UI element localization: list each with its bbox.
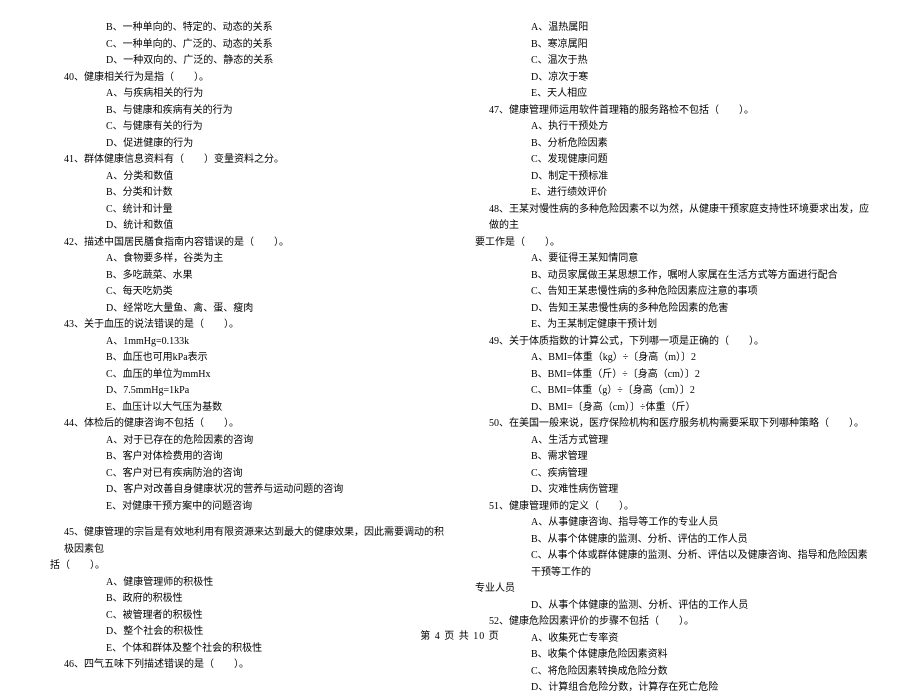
- option-line: A、与疾病相关的行为: [50, 86, 445, 103]
- option-line: C、从事个体或群体健康的监测、分析、评估以及健康咨询、指导和危险因素干预等工作的: [475, 548, 870, 581]
- question-stem-continuation: 括（ ）。: [50, 558, 445, 575]
- option-line: C、被管理者的积极性: [50, 608, 445, 625]
- option-line: C、客户对已有疾病防治的咨询: [50, 466, 445, 483]
- option-line: A、从事健康咨询、指导等工作的专业人员: [475, 515, 870, 532]
- two-column-layout: B、一种单向的、特定的、动态的关系 C、一种单向的、广泛的、动态的关系 D、一种…: [50, 20, 870, 610]
- option-line: C、统计和计量: [50, 202, 445, 219]
- question-stem: 43、关于血压的说法错误的是（ ）。: [50, 317, 445, 334]
- option-line: B、客户对体检费用的咨询: [50, 449, 445, 466]
- option-line: B、收集个体健康危险因素资料: [475, 647, 870, 664]
- option-line: B、BMI=体重（斤）÷〔身高（cm）〕2: [475, 367, 870, 384]
- option-line: C、与健康有关的行为: [50, 119, 445, 136]
- option-line: D、告知王某患慢性病的多种危险因素的危害: [475, 301, 870, 318]
- option-line: B、分类和计数: [50, 185, 445, 202]
- option-line: D、一种双向的、广泛的、静态的关系: [50, 53, 445, 70]
- option-line: A、食物要多样，谷类为主: [50, 251, 445, 268]
- question-stem: 42、描述中国居民膳食指南内容错误的是（ ）。: [50, 235, 445, 252]
- option-line: A、分类和数值: [50, 169, 445, 186]
- option-line: C、一种单向的、广泛的、动态的关系: [50, 37, 445, 54]
- option-line: C、将危险因素转换成危险分数: [475, 664, 870, 681]
- option-line: B、分析危险因素: [475, 136, 870, 153]
- option-line: D、制定干预标准: [475, 169, 870, 186]
- option-line: B、寒凉属阳: [475, 37, 870, 54]
- option-line: B、一种单向的、特定的、动态的关系: [50, 20, 445, 37]
- option-line: A、生活方式管理: [475, 433, 870, 450]
- option-line: C、疾病管理: [475, 466, 870, 483]
- option-continuation: 专业人员: [475, 581, 870, 598]
- question-stem-continuation: 要工作是（ ）。: [475, 235, 870, 252]
- right-column: A、温热属阳 B、寒凉属阳 C、温次于热 D、凉次于寒 E、天人相应 47、健康…: [475, 20, 870, 610]
- question-stem: 46、四气五味下列描述错误的是（ ）。: [50, 657, 445, 674]
- option-line: B、从事个体健康的监测、分析、评估的工作人员: [475, 532, 870, 549]
- option-line: D、促进健康的行为: [50, 136, 445, 153]
- option-line: B、动员家属做王某思想工作，嘱咐人家属在生活方式等方面进行配合: [475, 268, 870, 285]
- question-stem: 49、关于体质指数的计算公式，下列哪一项是正确的（ ）。: [475, 334, 870, 351]
- option-line: C、每天吃奶类: [50, 284, 445, 301]
- question-stem: 41、群体健康信息资料有（ ）变量资料之分。: [50, 152, 445, 169]
- question-stem: 47、健康管理师运用软件首理箱的服务路检不包括（ ）。: [475, 103, 870, 120]
- option-line: C、BMI=体重（g）÷〔身高（cm）〕2: [475, 383, 870, 400]
- option-line: B、多吃蔬菜、水果: [50, 268, 445, 285]
- option-line: D、从事个体健康的监测、分析、评估的工作人员: [475, 598, 870, 615]
- option-line: E、进行绩效评价: [475, 185, 870, 202]
- option-line: B、血压也可用kPa表示: [50, 350, 445, 367]
- page-footer: 第 4 页 共 10 页: [0, 627, 920, 642]
- option-line: D、7.5mmHg=1kPa: [50, 383, 445, 400]
- option-line: A、BMI=体重（kg）÷〔身高（m）〕2: [475, 350, 870, 367]
- option-line: D、BMI=〔身高（cm）〕÷体重（斤）: [475, 400, 870, 417]
- option-line: E、对健康干预方案中的问题咨询: [50, 499, 445, 516]
- question-stem: 40、健康相关行为是指（ ）。: [50, 70, 445, 87]
- option-line: C、温次于热: [475, 53, 870, 70]
- option-line: A、温热属阳: [475, 20, 870, 37]
- option-line: D、统计和数值: [50, 218, 445, 235]
- option-line: B、与健康和疾病有关的行为: [50, 103, 445, 120]
- question-stem: 50、在美国一般来说，医疗保险机构和医疗服务机构需要采取下列哪种策略（ ）。: [475, 416, 870, 433]
- option-line: D、客户对改善自身健康状况的营养与运动问题的咨询: [50, 482, 445, 499]
- option-line: A、对于已存在的危险因素的咨询: [50, 433, 445, 450]
- option-line: A、执行干预处方: [475, 119, 870, 136]
- option-line: E、为王某制定健康干预计划: [475, 317, 870, 334]
- option-line: E、天人相应: [475, 86, 870, 103]
- option-line: E、血压计以大气压为基数: [50, 400, 445, 417]
- spacer: [50, 515, 445, 525]
- question-stem: 45、健康管理的宗旨是有效地利用有限资源来达到最大的健康效果，因此需要调动的积极…: [50, 525, 445, 558]
- question-stem: 51、健康管理师的定义（ ）。: [475, 499, 870, 516]
- option-line: A、健康管理师的积极性: [50, 575, 445, 592]
- question-stem: 44、体检后的健康咨询不包括（ ）。: [50, 416, 445, 433]
- option-line: C、发现健康问题: [475, 152, 870, 169]
- question-stem: 48、王某对慢性病的多种危险因素不以为然，从健康干预家庭支持性环境要求出发，应做…: [475, 202, 870, 235]
- option-line: A、要征得王某知情同意: [475, 251, 870, 268]
- option-line: B、需求管理: [475, 449, 870, 466]
- left-column: B、一种单向的、特定的、动态的关系 C、一种单向的、广泛的、动态的关系 D、一种…: [50, 20, 445, 610]
- option-line: D、灾难性病伤管理: [475, 482, 870, 499]
- option-line: A、1mmHg=0.133k: [50, 334, 445, 351]
- option-line: D、凉次于寒: [475, 70, 870, 87]
- option-line: C、血压的单位为mmHx: [50, 367, 445, 384]
- option-line: C、告知王某患慢性病的多种危险因素应注意的事项: [475, 284, 870, 301]
- option-line: D、经常吃大量鱼、禽、蛋、瘦肉: [50, 301, 445, 318]
- option-line: D、计算组合危险分数，计算存在死亡危险: [475, 680, 870, 697]
- option-line: E、个体和群体及整个社会的积极性: [50, 641, 445, 658]
- option-line: B、政府的积极性: [50, 591, 445, 608]
